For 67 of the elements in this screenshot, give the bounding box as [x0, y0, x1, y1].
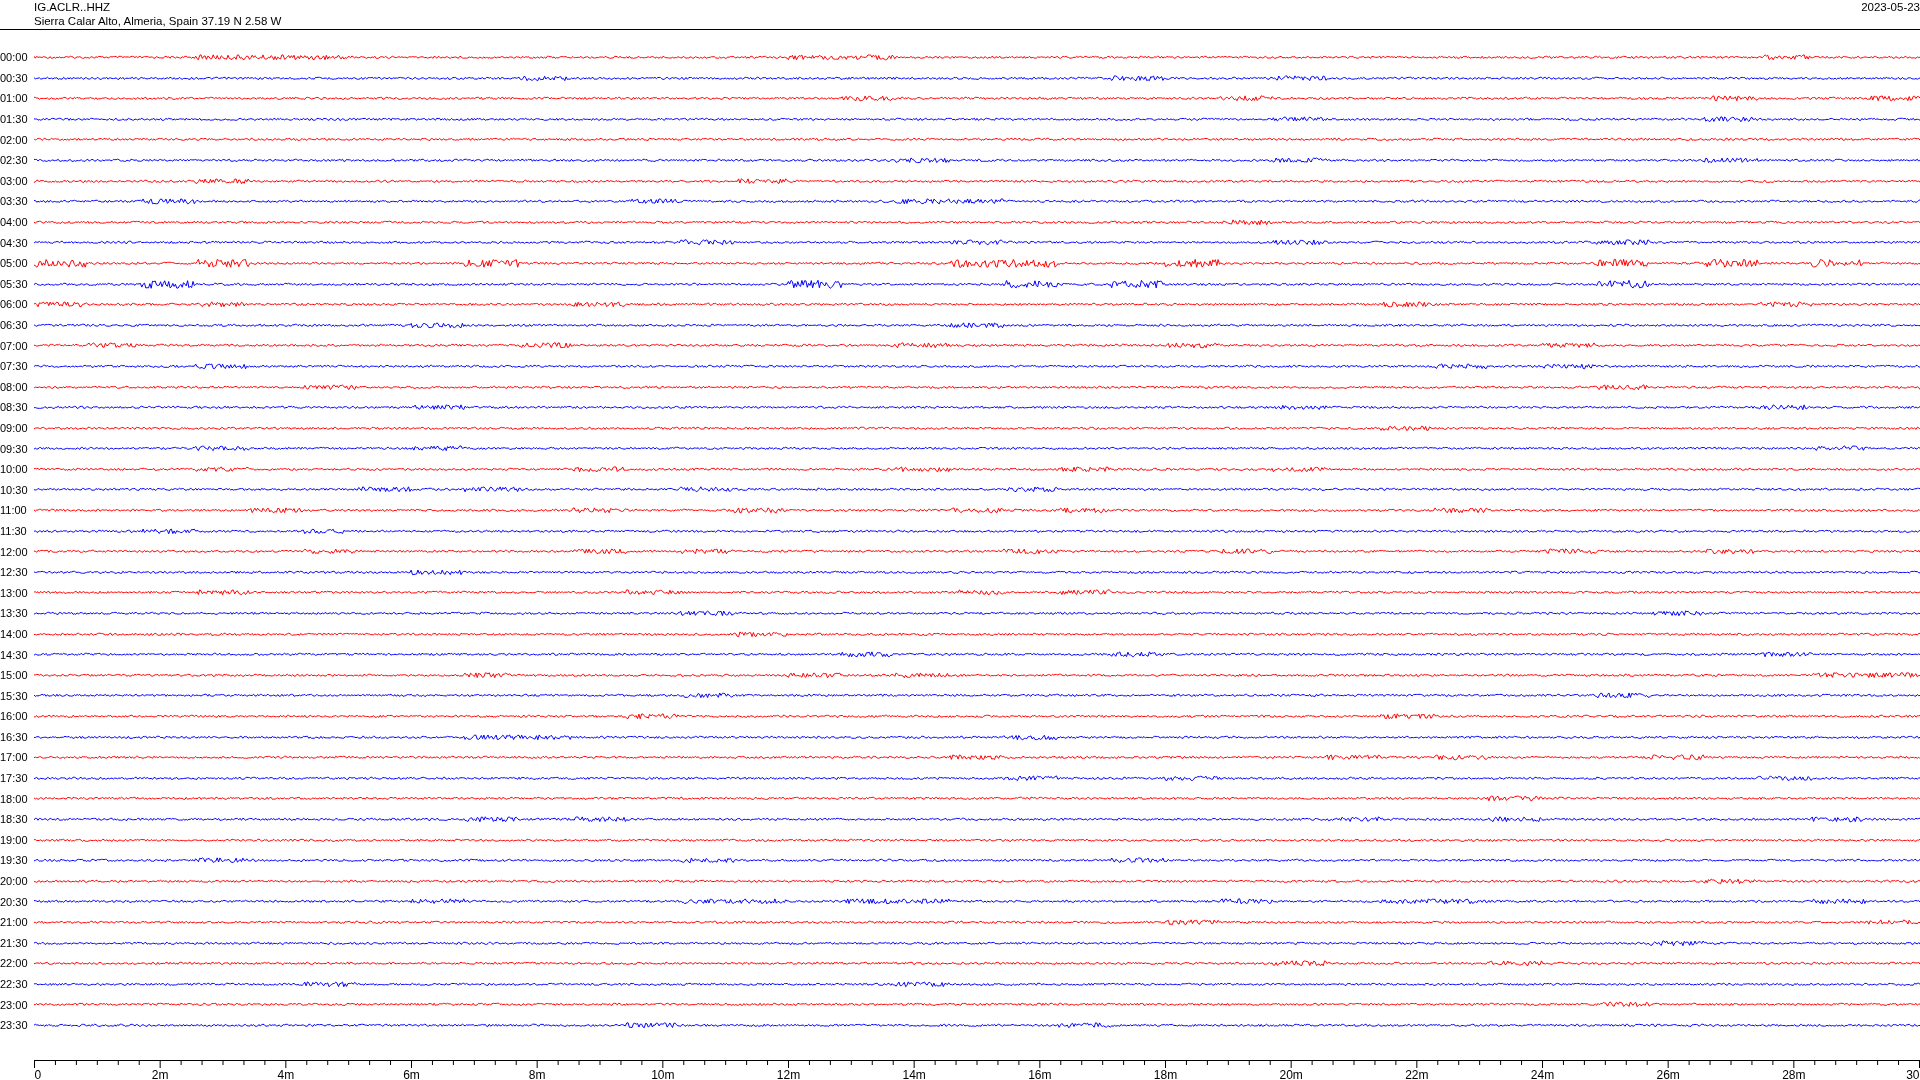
time-label: 06:00 — [0, 298, 29, 311]
time-label: 12:30 — [0, 566, 29, 579]
time-label: 11:30 — [0, 524, 28, 537]
station-code: IG.ACLR..HHZ — [34, 0, 112, 14]
time-label: 04:30 — [0, 236, 29, 249]
time-label: 23:30 — [0, 1019, 29, 1032]
time-label: 18:00 — [0, 792, 29, 805]
time-label: 01:00 — [0, 92, 29, 105]
time-label: 21:30 — [0, 936, 29, 949]
tick-label: 30 — [1906, 1067, 1920, 1080]
tick-label: 10m — [651, 1067, 675, 1080]
time-label: 05:30 — [0, 277, 29, 290]
time-label: 18:30 — [0, 813, 29, 826]
time-label: 09:30 — [0, 442, 29, 455]
tick-label: 12m — [776, 1067, 801, 1080]
time-label: 10:00 — [0, 463, 29, 476]
time-label: 22:30 — [0, 978, 29, 990]
plot-date: 2023-05-23 — [1861, 0, 1920, 15]
time-label: 05:00 — [0, 257, 29, 270]
time-label: 14:30 — [0, 648, 29, 661]
time-label: 02:00 — [0, 133, 29, 146]
tick-label: 22m — [1405, 1067, 1429, 1080]
time-label: 13:30 — [0, 607, 29, 620]
time-label: 03:00 — [0, 174, 29, 187]
station-location: Sierra Calar Alto, Almeria, Spain 37.19 N 2.58 W — [34, 14, 282, 28]
time-label: 20:30 — [0, 895, 29, 908]
time-label: 01:30 — [0, 113, 29, 126]
tick-label: 28m — [1782, 1067, 1806, 1080]
time-label: 12:00 — [0, 545, 29, 558]
tick-label: 0 — [34, 1067, 42, 1080]
time-label: 16:30 — [0, 730, 29, 743]
time-label: 08:00 — [0, 380, 29, 393]
tick-label: 2m — [151, 1067, 169, 1080]
time-label: 07:30 — [0, 360, 29, 373]
tick-label: 14m — [902, 1067, 926, 1080]
tick-label: 8m — [528, 1067, 546, 1080]
time-label: 11:00 — [0, 504, 28, 517]
time-label: 14:00 — [0, 627, 29, 640]
time-label: 17:00 — [0, 751, 29, 764]
time-label: 00:00 — [0, 51, 29, 64]
time-label: 06:30 — [0, 319, 29, 331]
time-label: 08:30 — [0, 401, 29, 414]
time-label: 19:00 — [0, 833, 29, 846]
time-label: 19:30 — [0, 854, 29, 867]
tick-label: 26m — [1656, 1067, 1680, 1080]
tick-label: 20m — [1279, 1067, 1303, 1080]
time-label: 10:30 — [0, 483, 29, 496]
time-label: 20:00 — [0, 875, 29, 888]
time-label: 22:00 — [0, 957, 29, 970]
tick-label: 24m — [1530, 1067, 1555, 1080]
time-label: 16:00 — [0, 710, 29, 723]
time-label: 17:30 — [0, 772, 29, 785]
time-label: 21:00 — [0, 916, 29, 929]
tick-label: 4m — [277, 1067, 295, 1080]
time-label: 09:00 — [0, 422, 29, 434]
time-label: 02:30 — [0, 154, 29, 167]
time-label: 00:30 — [0, 71, 29, 84]
tick-label: 18m — [1153, 1067, 1178, 1080]
time-label: 15:30 — [0, 689, 29, 702]
tick-label: 16m — [1028, 1067, 1052, 1080]
time-label: 23:00 — [0, 998, 29, 1011]
time-label: 03:30 — [0, 195, 29, 208]
time-label: 13:00 — [0, 586, 29, 599]
tick-label: 6m — [403, 1067, 420, 1080]
time-label: 15:00 — [0, 669, 29, 682]
time-label: 04:00 — [0, 216, 29, 229]
time-label: 07:00 — [0, 339, 29, 352]
